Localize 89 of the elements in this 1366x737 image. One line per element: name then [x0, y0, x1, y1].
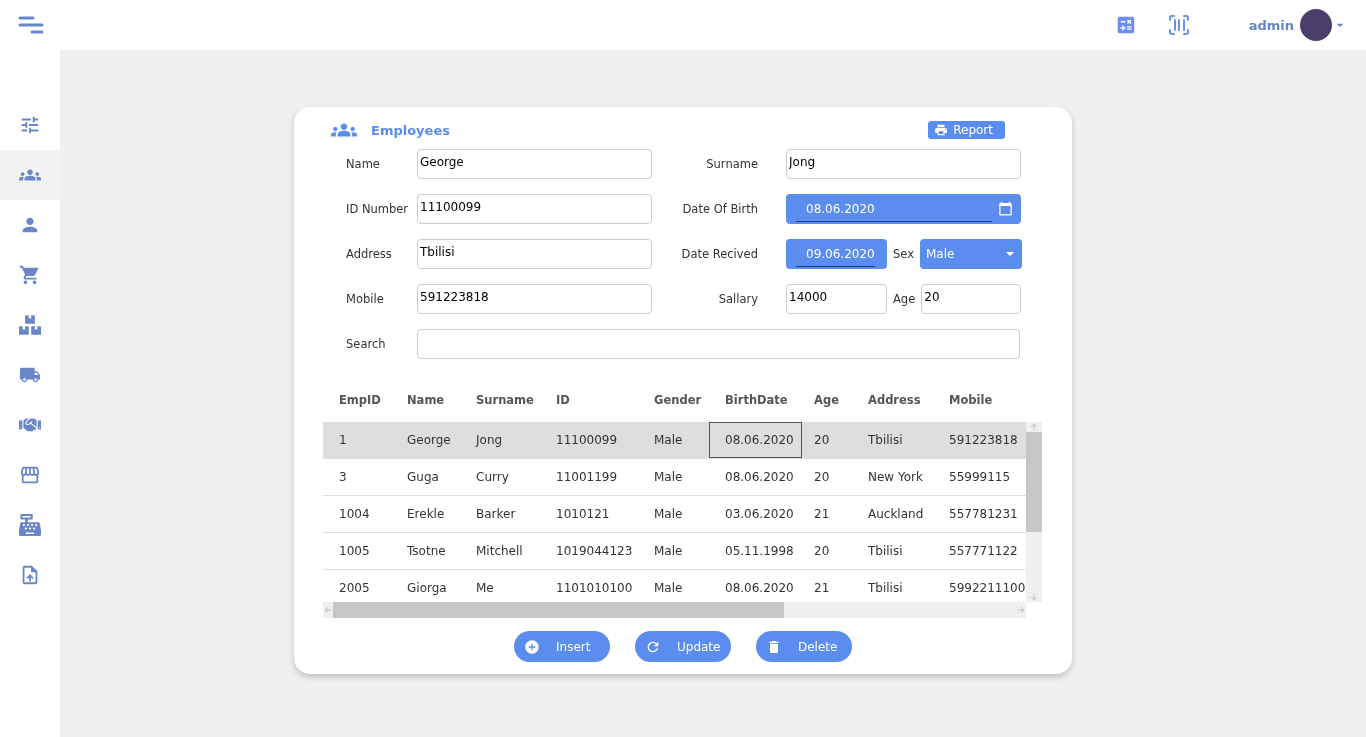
table-cell-text: 11001199	[556, 469, 619, 486]
avatar[interactable]	[1300, 9, 1332, 41]
sliders-icon	[19, 114, 41, 136]
table-cell-text: 1019044123	[556, 543, 634, 560]
table-cell-text: 20	[814, 469, 831, 486]
table-cell-text: 1005	[339, 543, 371, 560]
table-cell-text: Male	[654, 432, 684, 449]
cart-icon	[19, 264, 41, 286]
print-icon	[934, 123, 949, 137]
trash-icon	[766, 638, 782, 655]
table-cell-text: 08.06.2020	[725, 469, 795, 486]
text-field[interactable]: 591223818	[417, 283, 652, 314]
caret-icon	[1006, 251, 1014, 256]
table-cell-text: Barker	[476, 506, 517, 523]
column-header[interactable]: Address	[868, 393, 949, 407]
table-cell-text: Me	[476, 580, 495, 597]
field-label: Age	[893, 291, 916, 306]
user-name[interactable]: admin	[1248, 17, 1294, 33]
table-cell-text: Curry	[476, 469, 510, 486]
table-cell-text: Male	[654, 506, 684, 523]
table-cell-text: 11100099	[556, 432, 619, 449]
table-cell-text: 3	[339, 469, 348, 486]
text-field[interactable]: Tbilisi	[417, 238, 652, 269]
column-header[interactable]: BirthDate	[725, 393, 814, 407]
table-cell-text: Auckland	[868, 506, 925, 523]
table-cell-text: 557771122	[949, 543, 1019, 560]
table-cell-text: Tsotne	[407, 543, 447, 560]
sidebar-item[interactable]	[0, 150, 60, 200]
column-header[interactable]: Surname	[476, 393, 556, 407]
field-label: Address	[346, 246, 393, 261]
table-cell-text: Erekle	[407, 506, 446, 523]
calendar-icon	[998, 201, 1013, 216]
table-cell-text: George	[407, 432, 452, 449]
field-label: Surname	[705, 156, 758, 171]
column-header[interactable]: EmpID	[339, 393, 407, 407]
field-label: ID Number	[346, 201, 410, 216]
table-cell-text: Male	[654, 543, 684, 560]
table-cell: 08.06.2020	[709, 422, 802, 458]
table-cell-text: 1	[339, 432, 348, 449]
text-field[interactable]: George	[417, 148, 652, 179]
column-header[interactable]: Mobile	[949, 393, 1026, 407]
table-cell-text: 05.11.1998	[725, 543, 795, 560]
field-label: Name	[346, 156, 381, 171]
table-cell-text: Jong	[476, 432, 504, 449]
table-row[interactable]: 1 George Jong 11100099 Male 08.06.2020 20 Tbilisi 591223818	[323, 422, 1026, 459]
boxes-icon	[19, 314, 41, 336]
column-header[interactable]: Age	[814, 393, 868, 407]
text-field[interactable]: 14000	[786, 283, 887, 314]
table-cell-text: 5992211100	[949, 580, 1026, 597]
table-cell-text: 591223818	[949, 432, 1019, 449]
table-cell-text: 2005	[339, 580, 371, 597]
field-label: Date Recived	[680, 246, 758, 261]
menu-icon[interactable]	[18, 16, 44, 34]
table-cell-text: 1101010100	[556, 580, 634, 597]
table-cell-text: 08.06.2020	[725, 580, 795, 597]
table-cell-text: 55999115	[949, 469, 1012, 486]
column-header[interactable]: ID	[556, 393, 654, 407]
barcode-icon[interactable]	[1166, 13, 1191, 37]
table-cell-text: 1004	[339, 506, 371, 523]
column-header[interactable]: Name	[407, 393, 476, 407]
field-label: Sex	[893, 246, 914, 261]
table-cell-text: Tbilisi	[868, 580, 904, 597]
table-cell-text: 20	[814, 543, 831, 560]
table-cell-text: Tbilisi	[868, 432, 904, 449]
card-title: Employees	[371, 122, 450, 138]
field-label: Search	[346, 336, 387, 351]
table-cell-text: New York	[868, 469, 924, 486]
table-cell-text: Male	[654, 469, 684, 486]
text-field[interactable]: Jong	[786, 148, 1021, 179]
register-icon	[19, 514, 41, 536]
table-cell-text: Tbilisi	[868, 543, 904, 560]
table-cell-text: 03.06.2020	[725, 506, 795, 523]
field-label: Date Of Birth	[681, 201, 758, 216]
text-field[interactable]	[417, 328, 1020, 359]
table-cell-text: 1010121	[556, 506, 611, 523]
table-cell-text: 20	[814, 432, 831, 449]
field-label: Sallary	[717, 291, 758, 306]
table-cell-text: Giorga	[407, 580, 448, 597]
text-field[interactable]: 20	[921, 283, 1022, 314]
field-label: Mobile	[346, 291, 385, 306]
table-cell-text: Male	[654, 580, 684, 597]
table-cell-text: 21	[814, 506, 831, 523]
store-icon	[19, 464, 41, 486]
table-cell-text: 21	[814, 580, 831, 597]
table-cell-text: Mitchell	[476, 543, 524, 560]
text-field[interactable]: 11100099	[417, 193, 652, 224]
table-cell-text: 557781231	[949, 506, 1019, 523]
column-header[interactable]: Gender	[654, 393, 725, 407]
table-cell-text: Guga	[407, 469, 440, 486]
